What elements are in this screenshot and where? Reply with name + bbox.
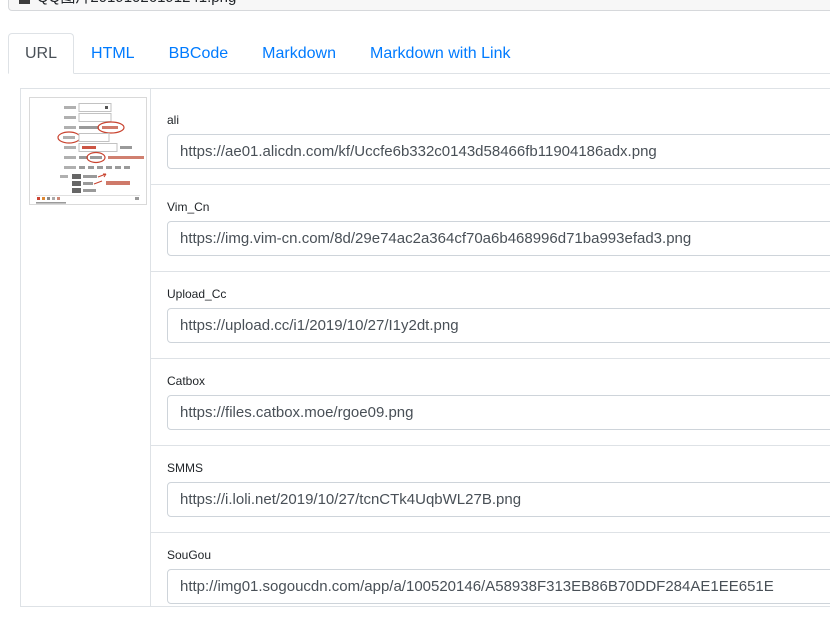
tab-url[interactable]: URL: [8, 33, 74, 74]
field-label-upload-cc: Upload_Cc: [167, 287, 830, 301]
field-group-upload-cc: Upload_Cc: [151, 272, 830, 359]
url-field-list: ali Vim_Cn Upload_Cc Catbox SMMS SouGou: [151, 89, 830, 606]
tab-markdown[interactable]: Markdown: [245, 33, 353, 73]
field-label-ali: ali: [167, 113, 830, 127]
field-label-vim-cn: Vim_Cn: [167, 200, 830, 214]
image-file-icon: [19, 0, 30, 4]
field-label-catbox: Catbox: [167, 374, 830, 388]
field-label-smms: SMMS: [167, 461, 830, 475]
field-group-ali: ali: [151, 98, 830, 185]
field-group-vim-cn: Vim_Cn: [151, 185, 830, 272]
tab-bbcode[interactable]: BBCode: [152, 33, 246, 73]
field-group-smms: SMMS: [151, 446, 830, 533]
url-input-vim-cn[interactable]: [167, 221, 830, 256]
file-title: QQ图片20191026191241.png: [37, 0, 236, 6]
url-input-smms[interactable]: [167, 482, 830, 517]
url-input-catbox[interactable]: [167, 395, 830, 430]
tab-markdown-with-link[interactable]: Markdown with Link: [353, 33, 528, 73]
field-label-sougou: SouGou: [167, 548, 830, 562]
field-group-catbox: Catbox: [151, 359, 830, 446]
format-tabbar: URL HTML BBCode Markdown Markdown with L…: [8, 33, 830, 74]
url-input-ali[interactable]: [167, 134, 830, 169]
file-title-bar: QQ图片20191026191241.png: [8, 0, 830, 11]
url-input-upload-cc[interactable]: [167, 308, 830, 343]
thumbnail-screenshot: [30, 98, 146, 204]
url-tab-panel: ali Vim_Cn Upload_Cc Catbox SMMS SouGou: [20, 88, 830, 607]
image-thumbnail[interactable]: [29, 97, 147, 205]
url-input-sougou[interactable]: [167, 569, 830, 604]
field-group-sougou: SouGou: [151, 533, 830, 620]
tab-html[interactable]: HTML: [74, 33, 152, 73]
